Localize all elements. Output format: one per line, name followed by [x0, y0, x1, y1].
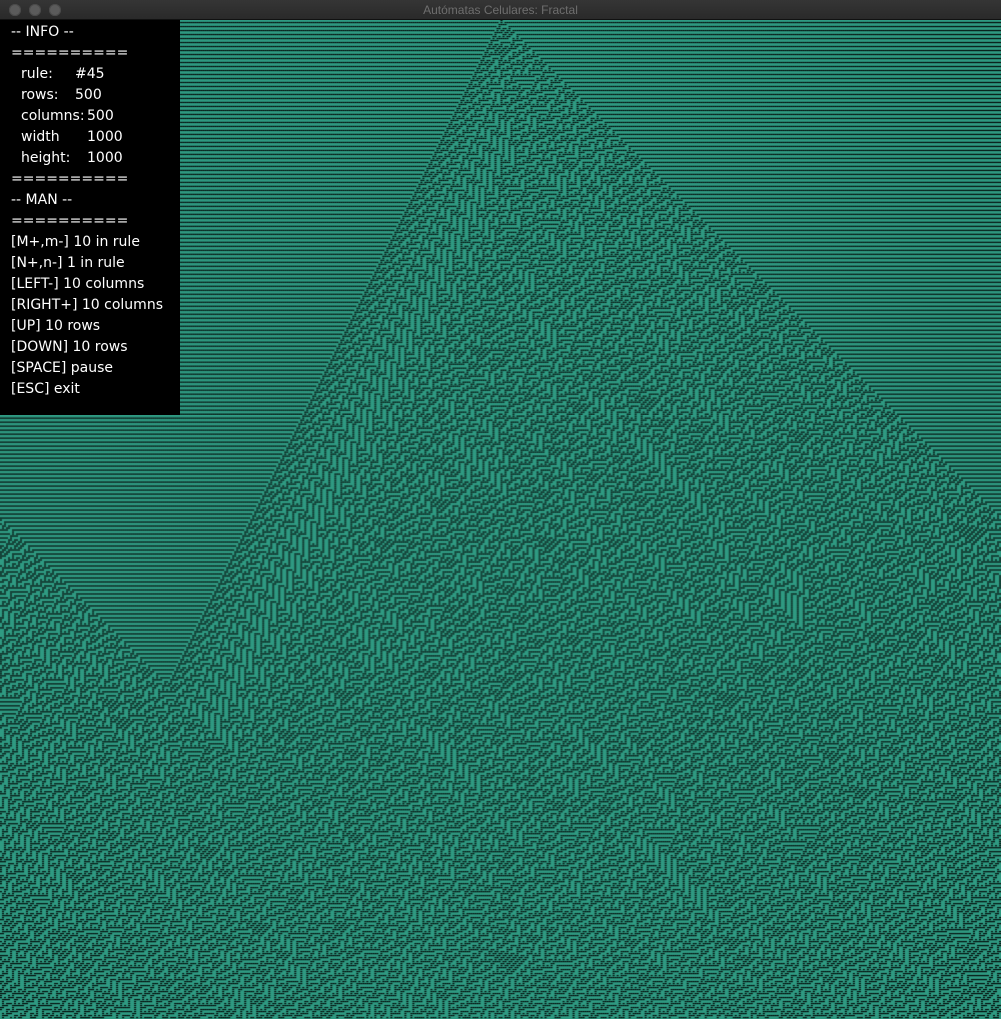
manual-item: [N+,n-] 1 in rule — [11, 255, 125, 271]
manual-item: [UP] 10 rows — [11, 318, 101, 334]
manual-item: [RIGHT+] 10 columns — [11, 297, 163, 313]
columns-value: 500 — [87, 108, 114, 124]
height-value: 1000 — [87, 150, 123, 166]
rule-value: #45 — [75, 66, 105, 82]
manual-item: [SPACE] pause — [11, 360, 114, 376]
rows-row: rows: 500 — [11, 85, 180, 106]
height-label: height: — [21, 150, 71, 166]
manual-item: [M+,m-] 10 in rule — [11, 234, 140, 250]
rows-label: rows: — [21, 87, 59, 103]
title-bar[interactable]: Autómatas Celulares: Fractal — [0, 0, 1001, 20]
manual-header: -- MAN -- — [11, 192, 73, 208]
rule-label: rule: — [21, 66, 53, 82]
manual-item: [ESC] exit — [11, 381, 80, 397]
width-value: 1000 — [87, 129, 123, 145]
manual-separator: ========== — [11, 213, 129, 229]
info-separator-top: ========== — [11, 45, 129, 61]
manual-item: [DOWN] 10 rows — [11, 339, 128, 355]
window-title: Autómatas Celulares: Fractal — [423, 3, 578, 17]
info-separator-bottom: ========== — [11, 171, 129, 187]
columns-label: columns: — [21, 108, 85, 124]
info-panel: -- INFO -- ========== rule: #45 rows: 50… — [0, 20, 180, 415]
rule-row: rule: #45 — [11, 64, 180, 85]
height-row: height: 1000 — [11, 148, 180, 169]
width-row: width 1000 — [11, 127, 180, 148]
columns-row: columns: 500 — [11, 106, 180, 127]
manual-item: [LEFT-] 10 columns — [11, 276, 145, 292]
rows-value: 500 — [75, 87, 102, 103]
app-window: Autómatas Celulares: Fractal -- INFO -- … — [0, 0, 1001, 1019]
width-label: width — [21, 129, 60, 145]
info-header: -- INFO -- — [11, 24, 74, 40]
